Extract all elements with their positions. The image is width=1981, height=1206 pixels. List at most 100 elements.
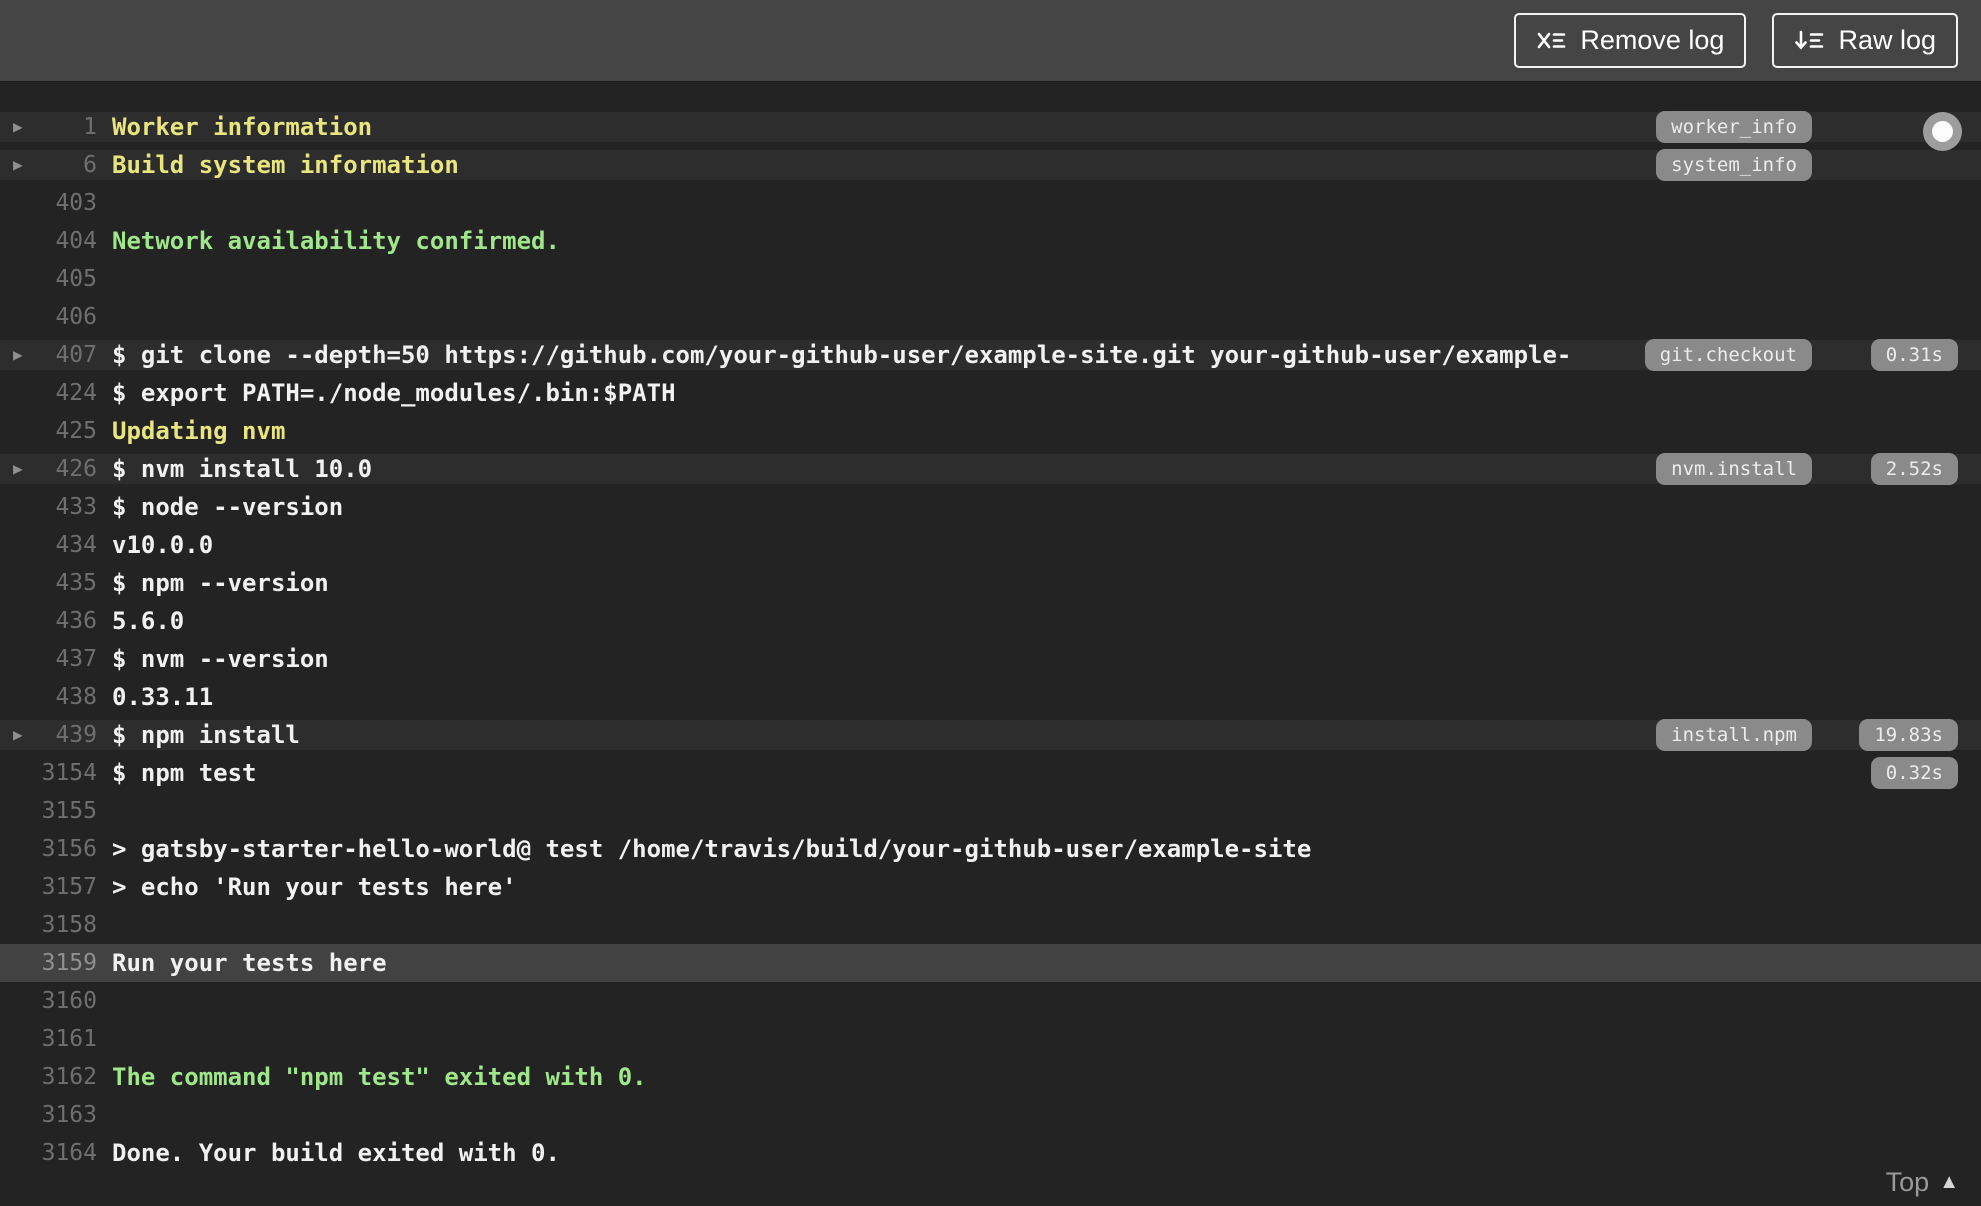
line-number[interactable]: 3161: [35, 1026, 97, 1052]
line-number[interactable]: 3156: [35, 836, 97, 862]
log-line: ▶ 1 Worker information worker_info: [0, 108, 1981, 146]
log-line: ▶ 405: [0, 260, 1981, 298]
line-number[interactable]: 3155: [35, 798, 97, 824]
log-line: ▶ 3154 $ npm test 0.32s: [0, 754, 1981, 792]
line-number[interactable]: 425: [35, 418, 97, 444]
line-number[interactable]: 439: [35, 722, 97, 748]
line-number[interactable]: 404: [35, 228, 97, 254]
log-line: ▶ 3162 The command "npm test" exited wit…: [0, 1058, 1981, 1096]
line-text: v10.0.0: [112, 531, 214, 559]
line-text: $ export PATH=./node_modules/.bin:$PATH: [112, 379, 676, 407]
line-number[interactable]: 406: [35, 304, 97, 330]
line-number[interactable]: 405: [35, 266, 97, 292]
line-number[interactable]: 403: [35, 190, 97, 216]
build-log: ▶ 1 Worker information worker_info ▶ 6 B…: [0, 83, 1981, 1206]
line-number[interactable]: 437: [35, 646, 97, 672]
top-label: Top: [1885, 1167, 1930, 1197]
line-number[interactable]: 3160: [35, 988, 97, 1014]
line-number[interactable]: 433: [35, 494, 97, 520]
log-line: ▶ 434 v10.0.0: [0, 526, 1981, 564]
log-line: ▶ 3163: [0, 1096, 1981, 1134]
line-text: Build system information: [112, 151, 459, 179]
line-number[interactable]: 3154: [35, 760, 97, 786]
line-text: $ nvm install 10.0: [112, 455, 373, 483]
raw-log-label: Raw log: [1838, 25, 1936, 55]
top-arrow-icon: ▲: [1939, 1171, 1959, 1193]
line-text: > gatsby-starter-hello-world@ test /home…: [112, 835, 1312, 863]
log-line: ▶ 3158: [0, 906, 1981, 944]
line-text: $ nvm --version: [112, 645, 329, 673]
raw-log-button[interactable]: Raw log: [1772, 13, 1958, 68]
log-line: ▶ 425 Updating nvm: [0, 412, 1981, 450]
fold-tag[interactable]: nvm.install: [1656, 453, 1812, 485]
back-to-top-link[interactable]: Top ▲: [1886, 1167, 1959, 1198]
log-line: ▶ 436 5.6.0: [0, 602, 1981, 640]
line-number[interactable]: 436: [35, 608, 97, 634]
line-text: $ npm --version: [112, 569, 329, 597]
log-line: ▶ 407 $ git clone --depth=50 https://git…: [0, 336, 1981, 374]
line-number[interactable]: 3164: [35, 1140, 97, 1166]
log-line: ▶ 433 $ node --version: [0, 488, 1981, 526]
line-text: $ npm test: [112, 759, 257, 787]
log-line: ▶ 3159 Run your tests here: [0, 944, 1981, 982]
line-text: > echo 'Run your tests here': [112, 873, 517, 901]
duration-badge: 2.52s: [1870, 453, 1958, 485]
log-line: ▶ 439 $ npm install install.npm 19.83s: [0, 716, 1981, 754]
log-line: ▶ 3161: [0, 1020, 1981, 1058]
line-number[interactable]: 426: [35, 456, 97, 482]
fold-tag[interactable]: system_info: [1656, 149, 1812, 181]
log-line: ▶ 437 $ nvm --version: [0, 640, 1981, 678]
log-line: ▶ 406: [0, 298, 1981, 336]
line-text: 0.33.11: [112, 683, 214, 711]
log-line: ▶ 435 $ npm --version: [0, 564, 1981, 602]
line-number[interactable]: 407: [35, 342, 97, 368]
remove-log-icon: [1536, 28, 1567, 53]
fold-arrow-icon[interactable]: ▶: [13, 461, 35, 477]
line-text: 5.6.0: [112, 607, 185, 635]
line-number[interactable]: 6: [35, 152, 97, 178]
log-line: ▶ 6 Build system information system_info: [0, 146, 1981, 184]
log-line: ▶ 3155: [0, 792, 1981, 830]
fold-arrow-icon[interactable]: ▶: [13, 157, 35, 173]
line-number[interactable]: 3162: [35, 1064, 97, 1090]
line-number[interactable]: 3157: [35, 874, 97, 900]
log-line: ▶ 3157 > echo 'Run your tests here': [0, 868, 1981, 906]
line-text: The command "npm test" exited with 0.: [112, 1063, 647, 1091]
fold-tag[interactable]: git.checkout: [1644, 339, 1812, 371]
log-line: ▶ 3156 > gatsby-starter-hello-world@ tes…: [0, 830, 1981, 868]
log-line: ▶ 404 Network availability confirmed.: [0, 222, 1981, 260]
remove-log-label: Remove log: [1580, 25, 1725, 55]
line-number[interactable]: 434: [35, 532, 97, 558]
raw-log-icon: [1794, 28, 1825, 53]
line-text: Done. Your build exited with 0.: [112, 1139, 560, 1167]
duration-badge: 19.83s: [1859, 719, 1958, 751]
line-text: $ npm install: [112, 721, 300, 749]
log-line: ▶ 3160: [0, 982, 1981, 1020]
duration-badge: 0.31s: [1870, 339, 1958, 371]
fold-tag[interactable]: worker_info: [1656, 111, 1812, 143]
duration-badge: 0.32s: [1870, 757, 1958, 789]
remove-log-button[interactable]: Remove log: [1514, 13, 1747, 68]
log-toolbar: Remove log Raw log: [0, 0, 1981, 82]
line-text: Run your tests here: [112, 949, 387, 977]
line-number[interactable]: 424: [35, 380, 97, 406]
log-line: ▶ 426 $ nvm install 10.0 nvm.install 2.5…: [0, 450, 1981, 488]
line-number[interactable]: 3159: [35, 950, 97, 976]
log-line: ▶ 424 $ export PATH=./node_modules/.bin:…: [0, 374, 1981, 412]
line-number[interactable]: 1: [35, 114, 97, 140]
log-line: ▶ 403: [0, 184, 1981, 222]
scroll-knob[interactable]: [1923, 112, 1962, 151]
line-number[interactable]: 438: [35, 684, 97, 710]
fold-arrow-icon[interactable]: ▶: [13, 347, 35, 363]
fold-tag[interactable]: install.npm: [1656, 719, 1812, 751]
line-text: Updating nvm: [112, 417, 286, 445]
log-line: ▶ 438 0.33.11: [0, 678, 1981, 716]
line-text: $ git clone --depth=50 https://github.co…: [112, 341, 1572, 369]
fold-arrow-icon[interactable]: ▶: [13, 119, 35, 135]
line-number[interactable]: 435: [35, 570, 97, 596]
fold-arrow-icon[interactable]: ▶: [13, 727, 35, 743]
line-text: Worker information: [112, 113, 373, 141]
line-number[interactable]: 3163: [35, 1102, 97, 1128]
line-text: Network availability confirmed.: [112, 227, 560, 255]
line-number[interactable]: 3158: [35, 912, 97, 938]
